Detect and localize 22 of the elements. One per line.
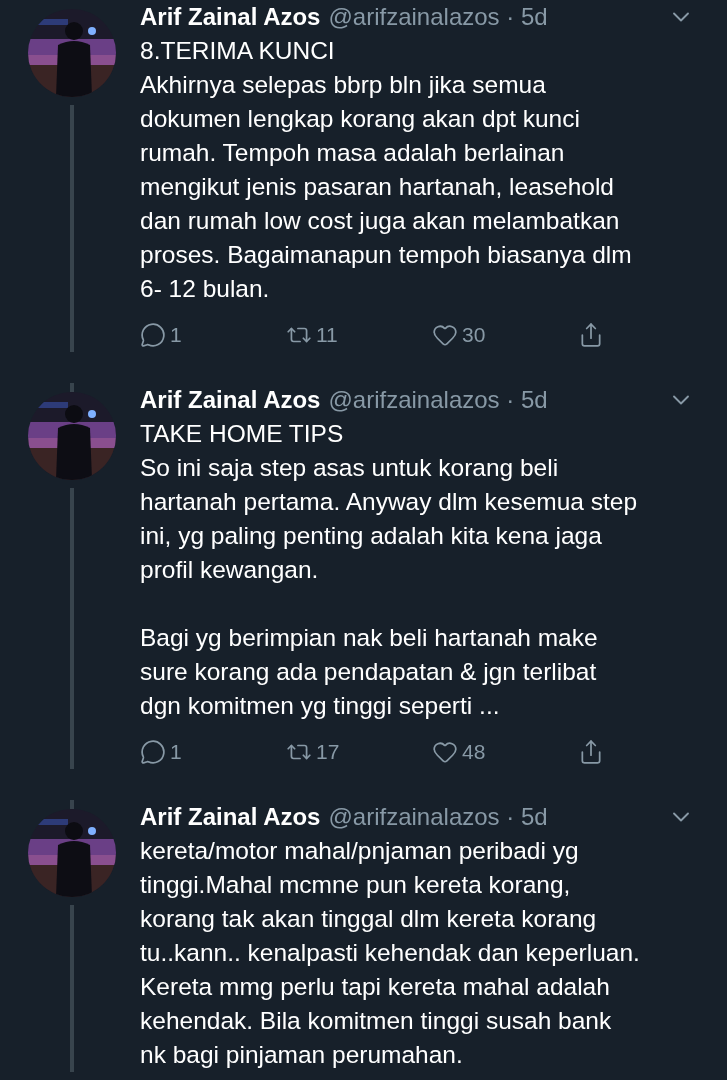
share-icon[interactable] bbox=[578, 739, 604, 765]
reply-count: 1 bbox=[170, 323, 182, 347]
tweet-text: Bagi yg berimpian nak beli hartanah make sure korang ada pendapatan & jgn terlibat dgn komitmen yg tinggi seperti ... bbox=[140, 623, 599, 721]
like-count: 30 bbox=[462, 323, 486, 347]
author-name[interactable]: Arif Zainal Azos bbox=[140, 386, 321, 414]
author-handle: @arifzainalazos · 5d bbox=[328, 3, 549, 31]
like-count: 48 bbox=[462, 740, 486, 764]
retweet-count: 17 bbox=[316, 740, 340, 764]
tweet-text: 8.TERIMA KUNCI Akhirnya selepas bbrp bln jika semua dokumen lengkap korang akan dpt kunci rumah. Tempoh masa adalah berlainan mengikut jenis pasaran hartanah, leasehold dan rumah low cost juga akan melambatkan proses. Bagaimanapun tempoh biasanya dlm 6- 12 bulan. bbox=[140, 36, 633, 304]
tweet-text: kereta/motor mahal/pnjaman peribadi yg tinggi.Mahal mcmne pun kereta korang, korang tak akan tinggal dlm kereta korang tu..kann.. kenalpasti kehendak dan keperluan. Kereta mmg perlu tapi kereta mahal adalah kehendak. Bila komitmen tinggi susah bank nk bagi pinjaman perumahan. bbox=[140, 836, 641, 1070]
author-name[interactable]: Arif Zainal Azos bbox=[140, 3, 321, 31]
tweet-text: TAKE HOME TIPS So ini saja step asas untuk korang beli hartanah pertama. Anyway dlm kesemua step ini, yg paling penting adalah kita kena jaga profil kewangan. bbox=[140, 419, 639, 585]
author-handle: @arifzainalazos · 5d bbox=[328, 803, 549, 831]
author-handle: @arifzainalazos · 5d bbox=[328, 386, 549, 414]
share-icon[interactable] bbox=[578, 322, 604, 348]
retweet-count: 11 bbox=[316, 323, 338, 347]
heart-icon[interactable] bbox=[432, 739, 458, 765]
author-name[interactable]: Arif Zainal Azos bbox=[140, 803, 321, 831]
reply-icon[interactable] bbox=[140, 322, 166, 348]
heart-icon[interactable] bbox=[432, 322, 458, 348]
reply-icon[interactable] bbox=[140, 739, 166, 765]
reply-count: 1 bbox=[170, 740, 182, 764]
